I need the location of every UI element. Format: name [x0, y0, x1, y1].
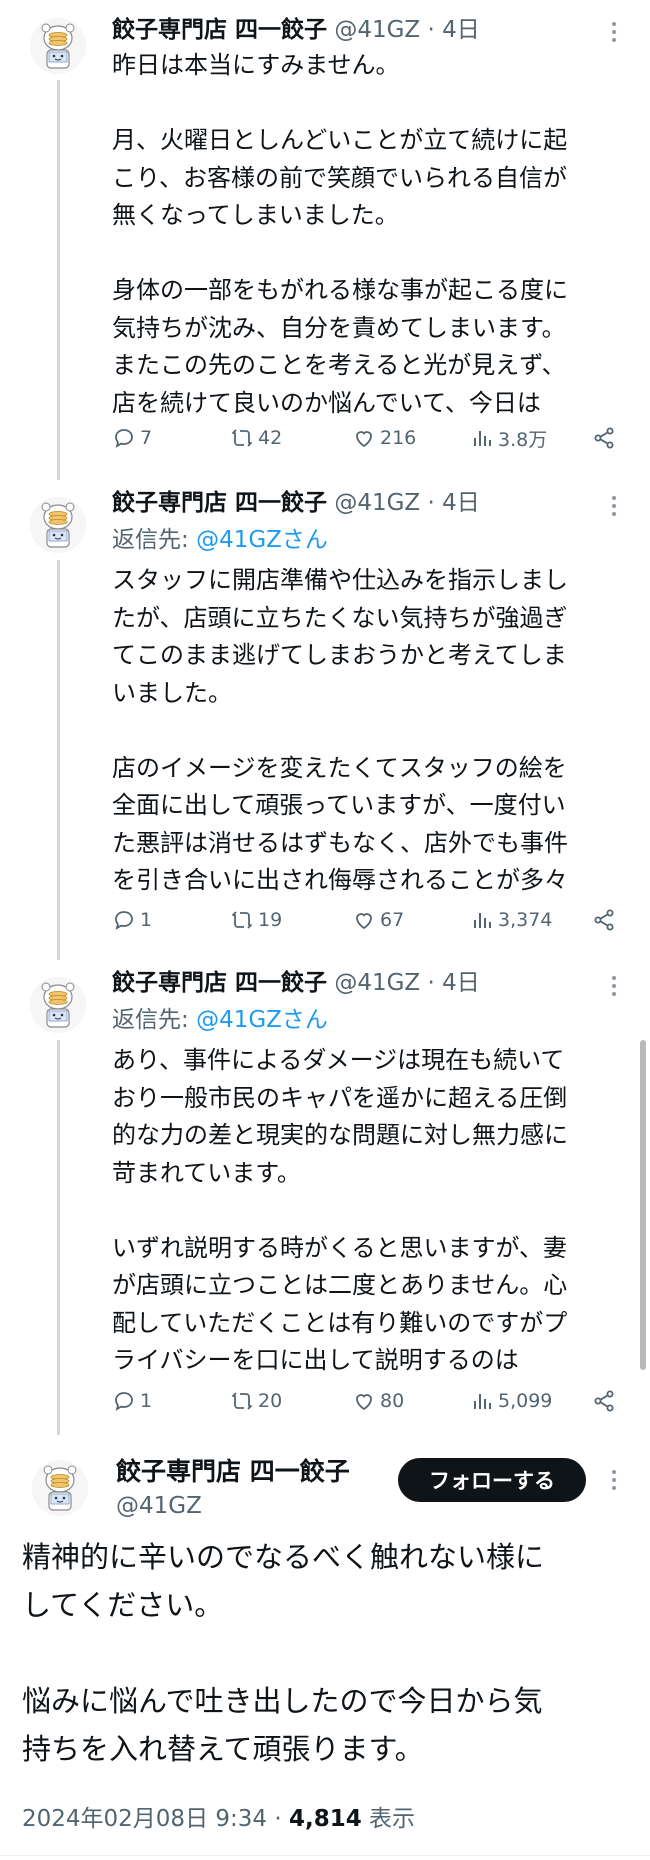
author-handle-time: @41GZ · 4日 — [334, 970, 480, 996]
share-button[interactable] — [592, 905, 620, 935]
views-button[interactable]: 5,099 — [470, 1386, 552, 1416]
views-count: 3.8万 — [498, 428, 548, 451]
like-icon — [356, 913, 372, 930]
reply-icon — [115, 911, 133, 930]
like-icon — [356, 431, 372, 448]
retweet-button[interactable]: 42 — [230, 423, 282, 453]
views-button[interactable]: 3,374 — [470, 905, 552, 935]
author-handle[interactable]: @41GZ — [116, 1490, 202, 1522]
retweet-icon — [232, 429, 252, 447]
reply-count: 1 — [140, 909, 153, 931]
retweet-count: 19 — [258, 909, 283, 931]
tweet-actions: 1 20 80 5,099 — [112, 1386, 622, 1416]
author-name[interactable]: 餃子専門店 四一餃子 — [112, 490, 327, 516]
like-button[interactable]: 80 — [352, 1386, 404, 1416]
reply-to-line: 返信先: @41GZさん — [112, 1004, 328, 1036]
like-button[interactable]: 67 — [352, 905, 404, 935]
views-button[interactable]: 3.8万 — [470, 423, 547, 453]
views-icon — [474, 913, 491, 928]
tweet-header: 餃子専門店 四一餃子 @41GZ · 4日 — [112, 14, 480, 46]
retweet-count: 20 — [258, 1390, 283, 1412]
avatar[interactable] — [30, 977, 86, 1033]
scrollbar[interactable] — [640, 1040, 646, 1370]
reply-mention-link[interactable]: @41GZさん — [196, 1007, 328, 1033]
reply-icon — [115, 429, 133, 448]
author-handle-time: @41GZ · 4日 — [334, 490, 480, 516]
thread-connector — [57, 80, 60, 480]
reply-to-line: 返信先: @41GZさん — [112, 524, 328, 556]
more-icon[interactable] — [604, 972, 624, 1002]
tweet-header: 餃子専門店 四一餃子 @41GZ · 4日 — [112, 967, 480, 999]
author-name[interactable]: 餃子専門店 四一餃子 — [112, 970, 327, 996]
tweet-actions: 1 19 67 3,374 — [112, 905, 622, 935]
share-icon — [594, 909, 614, 931]
tweet-meta: 2024年02月08日 9:34 · 4,814 表示 — [22, 1803, 415, 1835]
tweet-text: スタッフに開店準備や仕込みを指示しまし たが、店頭に立ちたくない気持ちが強過ぎ … — [112, 566, 568, 894]
reply-count: 7 — [140, 427, 153, 449]
thread-connector — [57, 560, 60, 960]
views-icon — [474, 1394, 491, 1409]
like-count: 216 — [380, 427, 417, 449]
retweet-icon — [232, 1392, 252, 1410]
avatar[interactable] — [32, 1460, 88, 1516]
reply-icon — [115, 1392, 133, 1411]
views-count: 5,099 — [498, 1390, 553, 1412]
reply-button[interactable]: 1 — [112, 905, 152, 935]
share-button[interactable] — [592, 1386, 620, 1416]
like-count: 67 — [380, 909, 405, 931]
author-handle-time: @41GZ · 4日 — [334, 17, 480, 43]
share-icon — [594, 1390, 614, 1412]
tweet-timestamp[interactable]: 2024年02月08日 9:34 · — [22, 1806, 289, 1832]
tweet-text: あり、事件によるダメージは現在も続いて おり一般市民のキャパを遥かに超える圧倒 … — [112, 1046, 568, 1374]
reply-button[interactable]: 7 — [112, 423, 152, 453]
retweet-button[interactable]: 20 — [230, 1386, 282, 1416]
follow-button[interactable]: フォローする — [398, 1458, 586, 1502]
view-label: 表示 — [361, 1806, 416, 1832]
tweet-actions: 7 42 216 3.8万 — [112, 423, 622, 453]
tweet-text: 昨日は本当にすみません。 月、火曜日としんどいことが立て続けに起 こり、お客様の… — [112, 51, 568, 417]
author-name[interactable]: 餃子専門店 四一餃子 — [112, 17, 327, 43]
views-icon — [474, 431, 491, 446]
reply-to-label: 返信先: — [112, 527, 197, 553]
thread-connector — [57, 1040, 60, 1435]
tweet-header: 餃子専門店 四一餃子 @41GZ · 4日 — [112, 487, 480, 519]
reply-button[interactable]: 1 — [112, 1386, 152, 1416]
like-icon — [356, 1394, 372, 1411]
main-tweet-text: 精神的に辛いのでなるべく触れない様に してください。 悩みに悩んで吐き出したので… — [22, 1540, 545, 1766]
more-icon[interactable] — [604, 492, 624, 522]
like-count: 80 — [380, 1390, 405, 1412]
share-button[interactable] — [592, 423, 620, 453]
divider — [0, 1855, 650, 1856]
reply-to-label: 返信先: — [112, 1007, 197, 1033]
avatar[interactable] — [30, 497, 86, 553]
reply-count: 1 — [140, 1390, 153, 1412]
more-icon[interactable] — [604, 18, 624, 48]
views-count: 3,374 — [498, 909, 553, 931]
more-icon[interactable] — [604, 1466, 624, 1496]
retweet-count: 42 — [258, 427, 283, 449]
reply-mention-link[interactable]: @41GZさん — [196, 527, 328, 553]
avatar[interactable] — [30, 18, 86, 74]
retweet-button[interactable]: 19 — [230, 905, 282, 935]
author-name[interactable]: 餃子専門店 四一餃子 — [116, 1455, 350, 1489]
view-count: 4,814 — [288, 1806, 362, 1832]
share-icon — [594, 427, 614, 449]
like-button[interactable]: 216 — [352, 423, 416, 453]
retweet-icon — [232, 911, 252, 929]
